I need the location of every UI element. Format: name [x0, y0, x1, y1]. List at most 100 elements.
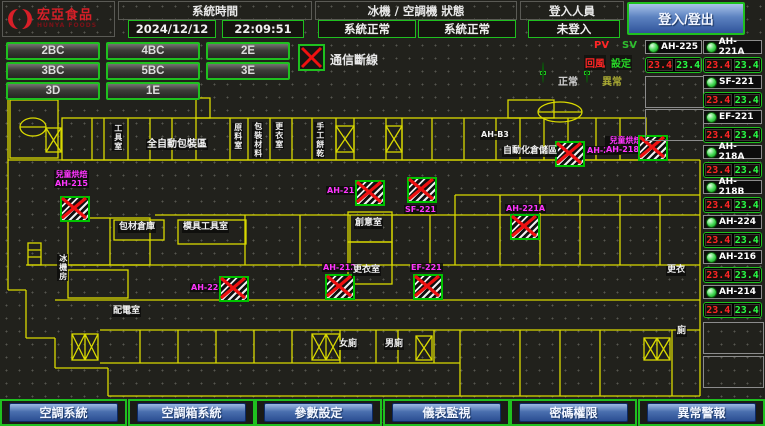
empty-slot	[703, 356, 764, 388]
equipment-label: SF-221	[404, 205, 437, 214]
status-led	[706, 77, 717, 88]
abnormal-led	[584, 71, 590, 75]
ahu-map-icon-offline[interactable]	[413, 274, 443, 300]
pv-value: 23.4	[705, 199, 732, 211]
login-status-value: 未登入	[528, 20, 620, 38]
nav-frame: 參數設定	[255, 399, 382, 426]
sv-header: SV	[622, 40, 637, 51]
equipment-label: EF-221	[410, 263, 443, 272]
setpoint-header: 設定	[610, 55, 632, 70]
room-label: 包材倉庫	[118, 223, 156, 233]
ahu-map-icon-offline[interactable]	[60, 196, 90, 222]
floor-button-1e[interactable]: 1E	[106, 82, 200, 100]
nav-frame: 異常警報	[638, 399, 765, 426]
ahu-map-icon-offline[interactable]	[555, 141, 585, 167]
nav-frame: 空調箱系統	[128, 399, 255, 426]
room-label: 手工餅乾	[314, 122, 325, 158]
room-label: 模具工具室	[182, 223, 229, 233]
ahu-map-icon-offline[interactable]	[510, 214, 540, 240]
ahu-display-ah-218a: 23.4 23.4	[703, 162, 762, 178]
floor-button-4bc[interactable]: 4BC	[106, 42, 200, 60]
brand-name-en: HUNYA FOODS	[37, 22, 97, 29]
ahu-name: AH-214	[719, 287, 756, 297]
ahu-row-ah-224[interactable]: AH-224	[703, 215, 762, 229]
normal-label: 正常	[558, 73, 578, 88]
ahu-map-icon-offline[interactable]	[407, 177, 437, 203]
company-logo: 宏亞食品 HUNYA FOODS	[2, 1, 115, 37]
room-label: 創意室	[354, 219, 383, 229]
empty-slot	[703, 322, 764, 354]
ahu-name: AH-224	[719, 217, 756, 227]
pv-value: 23.4	[647, 59, 673, 71]
ahu-map-icon-offline[interactable]	[219, 276, 249, 302]
pv-value: 23.4	[705, 269, 732, 281]
floor-button-2bc[interactable]: 2BC	[6, 42, 100, 60]
ahu-display-ef-221: 23.4 23.4	[703, 127, 762, 143]
nav-frame: 密碼權限	[510, 399, 637, 426]
room-label: 冰機房	[57, 254, 68, 281]
ahu-name: AH-221A	[719, 37, 761, 57]
pv-header: PV	[594, 40, 609, 51]
ahu-row-ah-225[interactable]: AH-225	[645, 40, 702, 54]
machine-status-label: 冰機 / 空調機 狀態	[315, 1, 517, 20]
ahu-display-ah-224: 23.4 23.4	[703, 232, 762, 248]
room-label: 女廁	[338, 340, 358, 350]
ahu-row-ah-221a[interactable]: AH-221A	[703, 40, 762, 54]
floor-button-5bc[interactable]: 5BC	[106, 62, 200, 80]
room-label: 更衣室	[273, 122, 284, 149]
ahu-name: AH-218B	[719, 177, 761, 197]
ahu-row-ef-221[interactable]: EF-221	[703, 110, 762, 124]
ahu-row-ah-218a[interactable]: AH-218A	[703, 145, 762, 159]
ahu-row-ah-214[interactable]: AH-214	[703, 285, 762, 299]
system-date-value: 2024/12/12	[128, 20, 216, 38]
logo-icon	[7, 6, 33, 32]
status-led	[706, 217, 717, 228]
room-label: 配電室	[112, 307, 141, 317]
ahu-name: AH-216	[719, 252, 756, 262]
sv-value: 23.4	[734, 304, 761, 316]
pv-value: 23.4	[705, 164, 732, 176]
nav-button-hvac-system[interactable]: 空調系統	[9, 403, 118, 422]
return-air-header: 回風	[584, 55, 606, 70]
nav-frame: 空調系統	[0, 399, 127, 426]
floor-button-2e[interactable]: 2E	[206, 42, 290, 60]
pv-value: 23.4	[705, 234, 732, 246]
ahu-row-sf-221[interactable]: SF-221	[703, 75, 762, 89]
ahu-name: AH-225	[661, 42, 698, 52]
sv-value: 23.4	[734, 129, 761, 141]
nav-button-meter-monitoring[interactable]: 儀表監視	[392, 403, 501, 422]
status-led	[706, 182, 717, 193]
ahu-map-icon-offline[interactable]	[355, 180, 385, 206]
floor-button-3e[interactable]: 3E	[206, 62, 290, 80]
pv-value: 23.4	[705, 129, 732, 141]
equipment-label: 兒童烘焙AH-215	[54, 170, 89, 188]
floor-button-3bc[interactable]: 3BC	[6, 62, 100, 80]
nav-frame: 儀表監視	[383, 399, 510, 426]
empty-slot	[645, 76, 704, 108]
ahu-name: EF-221	[719, 112, 754, 122]
ahu-row-ah-216[interactable]: AH-216	[703, 250, 762, 264]
nav-button-password-authority[interactable]: 密碼權限	[519, 403, 628, 422]
nav-button-ahu-system[interactable]: 空調箱系統	[137, 403, 246, 422]
room-label: 更衣室	[352, 266, 381, 276]
ahu-display-sf-221: 23.4 23.4	[703, 92, 762, 108]
empty-slot	[645, 109, 704, 141]
login-user-label: 登入人員	[520, 1, 624, 20]
status-led	[648, 42, 659, 53]
system-clock-value: 22:09:51	[222, 20, 304, 38]
normal-led	[540, 71, 546, 75]
nav-button-alarm[interactable]: 異常警報	[647, 403, 756, 422]
room-label: 自動化倉儲區	[502, 147, 558, 157]
status-led	[706, 252, 717, 263]
sv-value: 23.4	[734, 269, 761, 281]
ahu-display-ah-214: 23.4 23.4	[703, 302, 762, 318]
ahu-map-icon-offline[interactable]	[325, 274, 355, 300]
nav-button-parameter-settings[interactable]: 參數設定	[264, 403, 373, 422]
login-logout-button[interactable]: 登入/登出	[627, 2, 745, 35]
pv-value: 23.4	[705, 59, 732, 71]
abnormal-label: 異常	[602, 73, 622, 88]
ahu-row-ah-218b[interactable]: AH-218B	[703, 180, 762, 194]
room-label: AH-B3	[480, 131, 510, 140]
sv-value: 23.4	[734, 59, 761, 71]
floor-button-3d[interactable]: 3D	[6, 82, 100, 100]
